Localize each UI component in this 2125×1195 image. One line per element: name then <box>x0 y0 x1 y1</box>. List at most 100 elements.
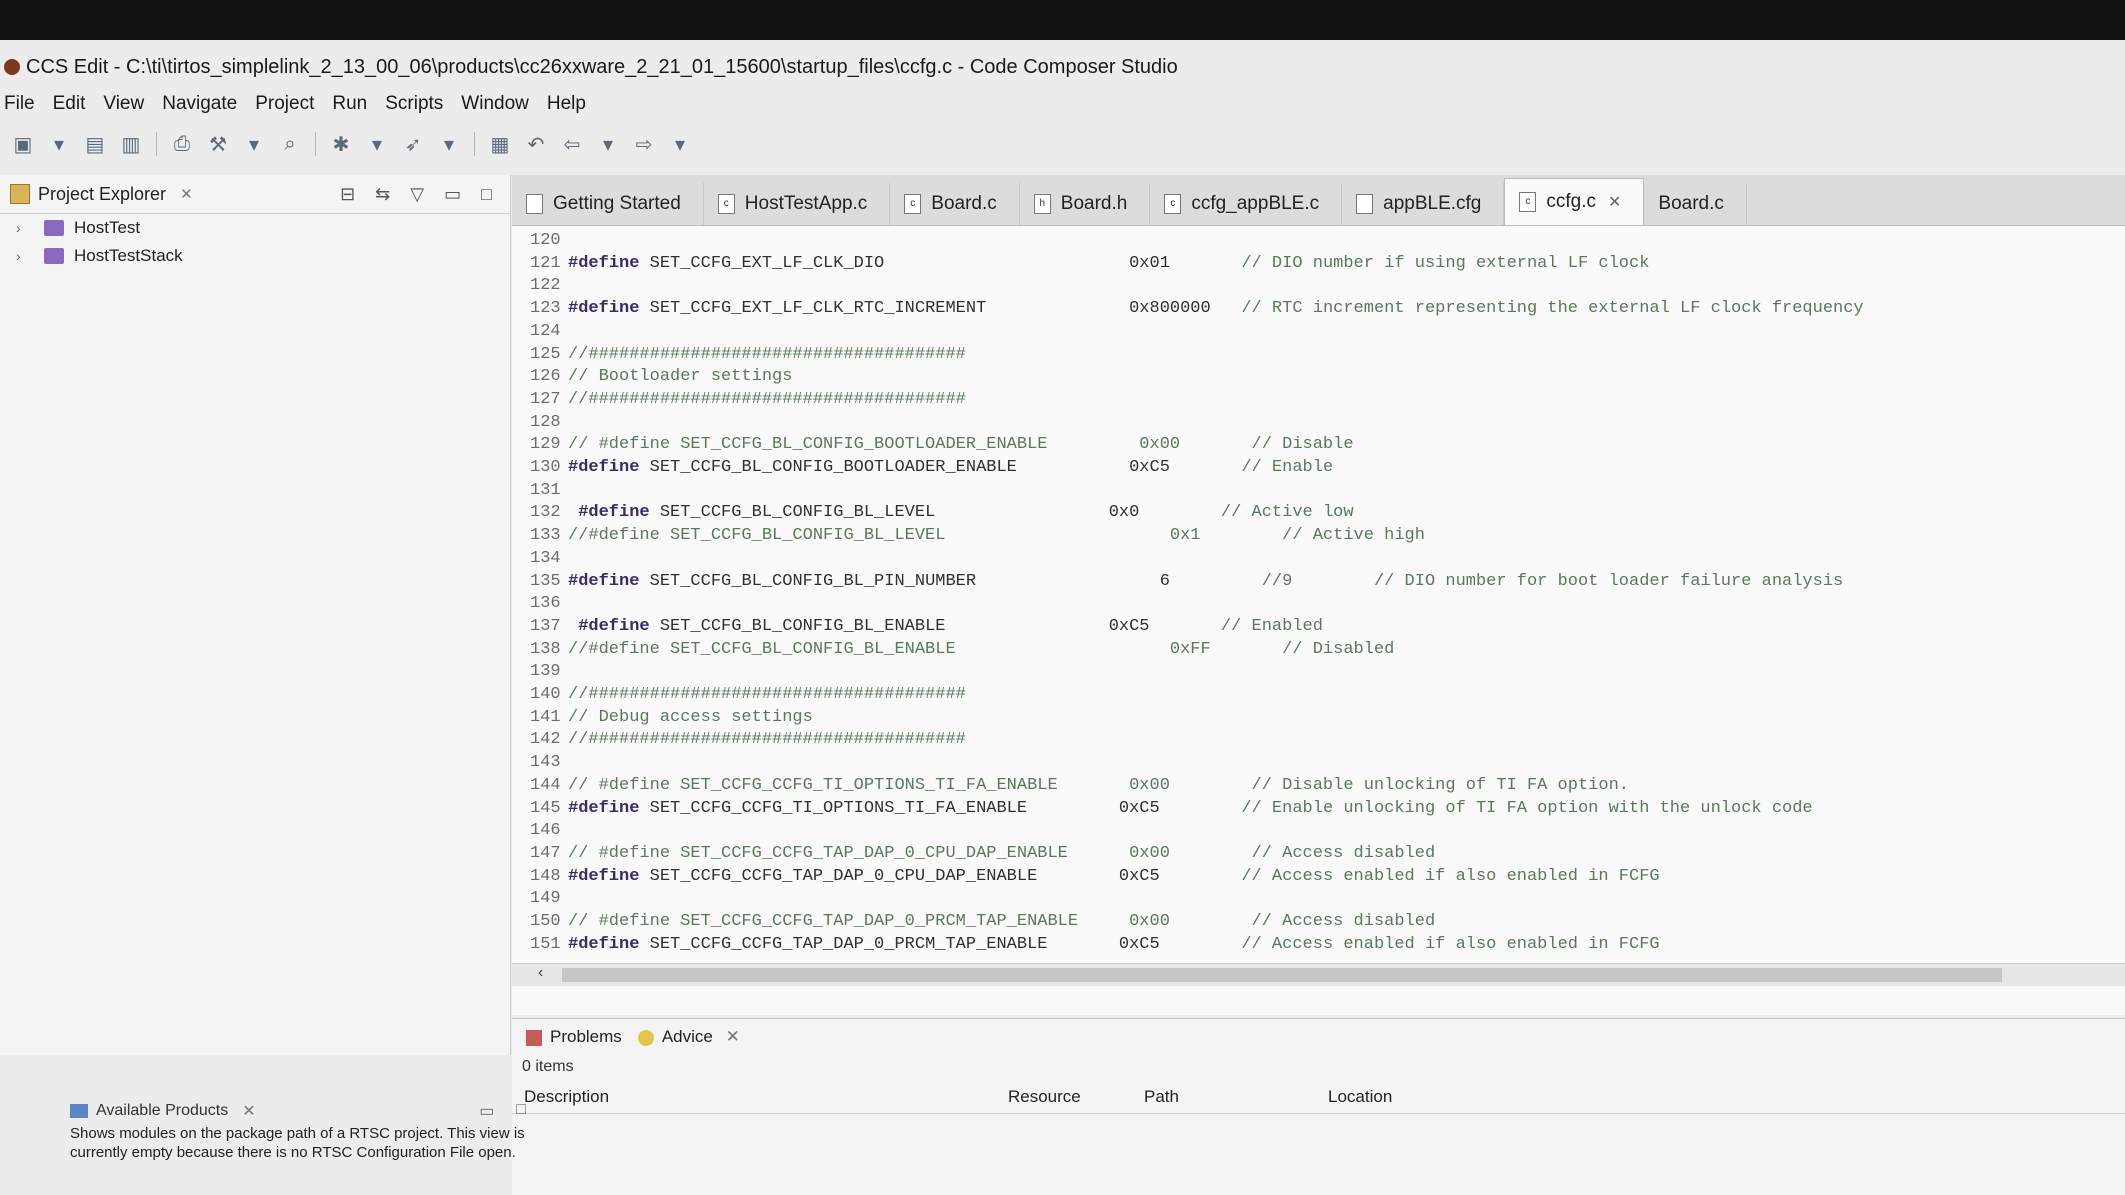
line-number: 151 <box>530 934 561 954</box>
project-explorer-tab[interactable]: Project Explorer ✕ ⊟ ⇆ ▽ ▭ □ <box>0 175 510 214</box>
new-icon[interactable]: ▣ <box>10 131 36 157</box>
code-line[interactable]: 148 #define SET_CCFG_CCFG_TAP_DAP_0_CPU_D… <box>530 867 2120 889</box>
code-line[interactable]: 139 <box>530 662 2120 684</box>
menu-scripts[interactable]: Scripts <box>381 93 457 115</box>
view-menu-icon[interactable]: ▽ <box>410 184 424 205</box>
dropdown-icon[interactable]: ▾ <box>595 131 621 157</box>
tab-appble-cfg[interactable]: appBLE.cfg <box>1342 183 1505 225</box>
chevron-right-icon[interactable]: › <box>16 248 34 264</box>
menu-project[interactable]: Project <box>251 93 328 115</box>
tree-item-label: HostTestStack <box>74 246 183 265</box>
tab-problems[interactable]: Problems <box>526 1027 622 1047</box>
code-line[interactable]: 149 <box>530 889 2120 911</box>
title-bar: CCS Edit - C:\ti\tirtos_simplelink_2_13_… <box>0 48 2125 86</box>
last-edit-icon[interactable]: ↶ <box>523 131 549 157</box>
debug-icon[interactable]: ✱ <box>328 131 354 157</box>
code-line[interactable]: 135 #define SET_CCFG_BL_CONFIG_BL_PIN_NUM… <box>530 572 2120 594</box>
tab-getting-started[interactable]: Getting Started <box>512 183 704 225</box>
collapse-all-icon[interactable]: ⊟ <box>340 184 355 205</box>
minimize-icon[interactable]: ▭ <box>479 1101 494 1121</box>
code-line[interactable]: 133 //#define SET_CCFG_BL_CONFIG_BL_LEVEL… <box>530 526 2120 548</box>
column-location[interactable]: Location <box>1328 1087 1392 1107</box>
minimize-icon[interactable]: ▭ <box>444 184 461 205</box>
column-path[interactable]: Path <box>1144 1087 1179 1107</box>
close-icon[interactable]: ✕ <box>242 1101 255 1121</box>
code-line[interactable]: 121 #define SET_CCFG_EXT_LF_CLK_DIO 0x01 … <box>530 254 2120 276</box>
close-icon[interactable]: ✕ <box>1608 192 1621 212</box>
code-line[interactable]: 126 // Bootloader settings <box>530 367 2120 389</box>
panel-controls: ▭ □ <box>479 1101 526 1121</box>
print-icon[interactable]: ⎙ <box>169 131 195 157</box>
column-resource[interactable]: Resource <box>1008 1087 1081 1107</box>
code-line[interactable]: 142 //###################################… <box>530 730 2120 752</box>
code-line[interactable]: 145 #define SET_CCFG_CCFG_TI_OPTIONS_TI_F… <box>530 799 2120 821</box>
tab-hosttestapp-c[interactable]: c HostTestApp.c <box>704 183 891 225</box>
tab-ccfg-appble-c[interactable]: c ccfg_appBLE.c <box>1150 183 1343 225</box>
close-icon[interactable]: ✕ <box>726 1027 740 1046</box>
terminal-icon[interactable]: ▦ <box>487 131 513 157</box>
chevron-right-icon[interactable]: › <box>16 220 34 236</box>
code-line[interactable]: 128 <box>530 413 2120 435</box>
code-line[interactable]: 138 //#define SET_CCFG_BL_CONFIG_BL_ENABL… <box>530 640 2120 662</box>
code-line[interactable]: 122 <box>530 276 2120 298</box>
dropdown-icon[interactable]: ▾ <box>46 131 72 157</box>
menu-edit[interactable]: Edit <box>49 93 100 115</box>
available-products-tab[interactable]: Available Products ✕ ▭ □ <box>70 1098 530 1124</box>
forward-icon[interactable]: ⇨ <box>631 131 657 157</box>
code-line[interactable]: 130 #define SET_CCFG_BL_CONFIG_BOOTLOADER… <box>530 458 2120 480</box>
code-line[interactable]: 132 #define SET_CCFG_BL_CONFIG_BL_LEVEL … <box>530 503 2120 525</box>
maximize-icon[interactable]: □ <box>516 1101 526 1121</box>
code-line[interactable]: 125 //###################################… <box>530 345 2120 367</box>
tab-board-h[interactable]: h Board.h <box>1020 183 1151 225</box>
code-line[interactable]: 123 #define SET_CCFG_EXT_LF_CLK_RTC_INCRE… <box>530 299 2120 321</box>
column-description[interactable]: Description <box>524 1087 609 1107</box>
link-editor-icon[interactable]: ⇆ <box>375 184 390 205</box>
code-line[interactable]: 129 // #define SET_CCFG_BL_CONFIG_BOOTLOA… <box>530 435 2120 457</box>
code-line[interactable]: 124 <box>530 322 2120 344</box>
code-line[interactable]: 150 // #define SET_CCFG_CCFG_TAP_DAP_0_PR… <box>530 912 2120 934</box>
code-line[interactable]: 144 // #define SET_CCFG_CCFG_TI_OPTIONS_T… <box>530 776 2120 798</box>
code-line[interactable]: 151 #define SET_CCFG_CCFG_TAP_DAP_0_PRCM_… <box>530 935 2120 957</box>
tab-ccfg-c[interactable]: c ccfg.c ✕ <box>1504 178 1645 225</box>
line-number: 145 <box>530 798 561 818</box>
menu-view[interactable]: View <box>99 93 158 115</box>
code-line[interactable]: 146 <box>530 821 2120 843</box>
folder-icon <box>10 184 30 204</box>
dropdown-icon[interactable]: ▾ <box>667 131 693 157</box>
save-all-icon[interactable]: ▥ <box>118 131 144 157</box>
flash-icon[interactable]: ➶ <box>400 131 426 157</box>
code-area[interactable]: 120 121 #define SET_CCFG_EXT_LF_CLK_DIO 0x… <box>512 231 2125 961</box>
back-icon[interactable]: ⇦ <box>559 131 585 157</box>
menu-file[interactable]: File <box>0 93 49 115</box>
save-icon[interactable]: ▤ <box>82 131 108 157</box>
dropdown-icon[interactable]: ▾ <box>364 131 390 157</box>
code-line[interactable]: 127 //###################################… <box>530 390 2120 412</box>
tab-board-c-2[interactable]: Board.c <box>1644 183 1747 225</box>
dropdown-icon[interactable]: ▾ <box>436 131 462 157</box>
code-line[interactable]: 131 <box>530 481 2120 503</box>
scrollbar-thumb[interactable] <box>562 968 2002 982</box>
scroll-left-icon[interactable]: ‹ <box>538 964 543 982</box>
code-line[interactable]: 141 // Debug access settings <box>530 708 2120 730</box>
search-icon[interactable]: ⌕ <box>277 131 303 157</box>
code-line[interactable]: 136 <box>530 594 2120 616</box>
code-line[interactable]: 120 <box>530 231 2120 253</box>
code-line[interactable]: 140 //###################################… <box>530 685 2120 707</box>
code-line[interactable]: 137 #define SET_CCFG_BL_CONFIG_BL_ENABLE… <box>530 617 2120 639</box>
build-icon[interactable]: ⚒ <box>205 131 231 157</box>
code-line[interactable]: 147 // #define SET_CCFG_CCFG_TAP_DAP_0_CP… <box>530 844 2120 866</box>
tree-item-hostteststack[interactable]: › HostTestStack <box>0 242 510 270</box>
tab-advice[interactable]: Advice ✕ <box>637 1027 740 1047</box>
tree-item-hosttest[interactable]: › HostTest <box>0 214 510 242</box>
close-icon[interactable]: ✕ <box>180 185 193 203</box>
menu-help[interactable]: Help <box>543 93 600 115</box>
menu-navigate[interactable]: Navigate <box>158 93 251 115</box>
menu-window[interactable]: Window <box>457 93 543 115</box>
dropdown-icon[interactable]: ▾ <box>241 131 267 157</box>
maximize-icon[interactable]: □ <box>481 184 492 205</box>
code-line[interactable]: 143 <box>530 753 2120 775</box>
menu-run[interactable]: Run <box>328 93 381 115</box>
code-line[interactable]: 134 <box>530 549 2120 571</box>
horizontal-scrollbar[interactable]: ‹ <box>512 963 2125 986</box>
tab-board-c[interactable]: c Board.c <box>890 183 1020 225</box>
